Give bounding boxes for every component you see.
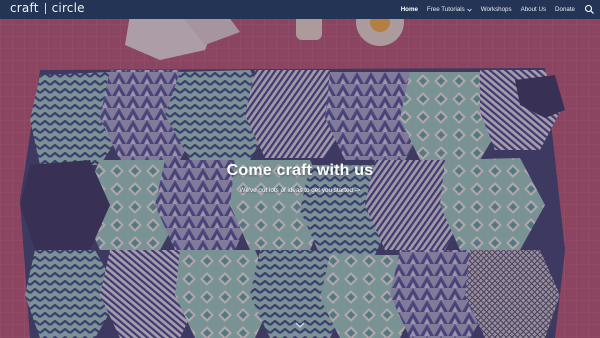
nav-item-about-us[interactable]: About Us [521,6,546,13]
top-navbar: craft circle Home Free Tutorials Worksho… [0,0,600,19]
main-nav: Home Free Tutorials Workshops About Us D… [392,0,575,19]
chevron-down-icon[interactable] [293,320,307,330]
nav-item-label: Free Tutorials [426,6,465,13]
hero-subline-link[interactable]: We've got lots of ideas to get you start… [0,187,600,194]
nav-item-label: Home [400,6,418,13]
hero-headline: Come craft with us [226,162,374,179]
nav-item-free-tutorials[interactable]: Free Tutorials [427,6,472,13]
nav-item-label: Workshops [480,6,512,13]
chevron-down-icon [466,8,472,12]
logo-text-left: craft [10,1,39,15]
site-logo[interactable]: craft circle [10,1,85,15]
nav-item-donate[interactable]: Donate [555,6,575,13]
nav-item-label: About Us [520,6,547,13]
nav-item-workshops[interactable]: Workshops [481,6,512,13]
search-icon[interactable] [584,4,595,15]
nav-item-home[interactable]: Home [401,6,418,13]
logo-divider [44,2,46,14]
logo-text-right: circle [51,1,85,15]
hero-section: Come craft with us We've got lots of ide… [0,0,600,338]
nav-item-label: Donate [555,6,575,13]
